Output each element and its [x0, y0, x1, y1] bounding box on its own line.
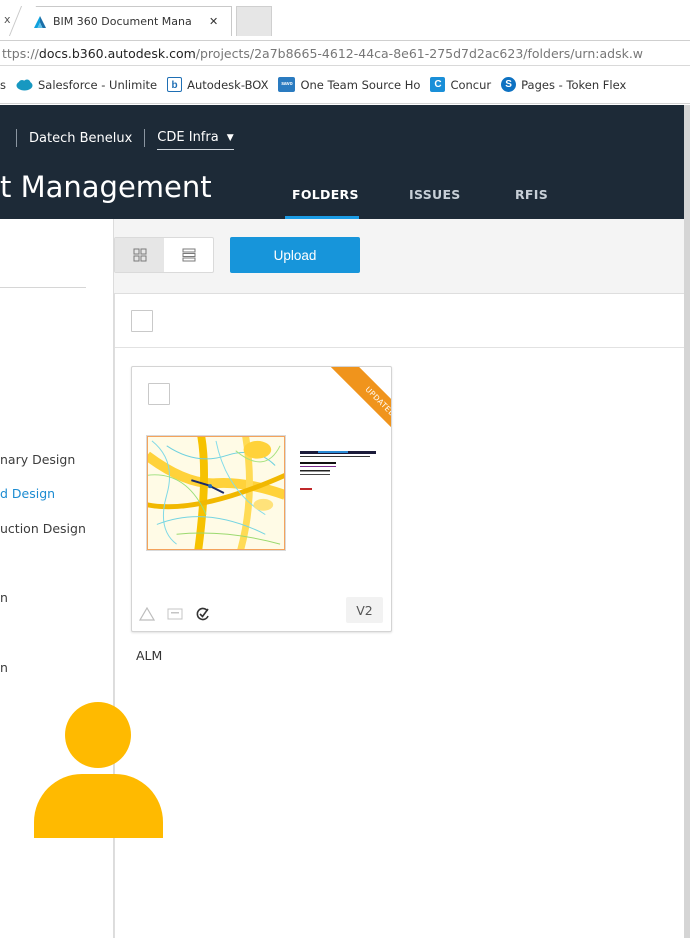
- bookmark-label: Salesforce - Unlimite: [38, 77, 158, 92]
- address-bar[interactable]: ttps://docs.b360.autodesk.com/projects/2…: [0, 40, 690, 66]
- screen: x BIM 360 Document Mana ✕ ttps://docs.b3…: [0, 0, 690, 938]
- url-scheme: ttps://: [2, 46, 39, 61]
- account-name[interactable]: Datech Benelux: [29, 131, 132, 146]
- divider: [0, 287, 86, 288]
- toolbar: Upload: [114, 219, 684, 293]
- divider: [16, 129, 17, 147]
- folder-item[interactable]: n: [0, 660, 8, 675]
- bookmark-partial[interactable]: s: [0, 78, 6, 92]
- folder-item-active[interactable]: d Design: [0, 486, 55, 501]
- list-icon: [182, 248, 195, 262]
- file-checkbox[interactable]: [148, 383, 170, 405]
- concur-icon: C: [430, 77, 446, 92]
- version-badge[interactable]: V2: [346, 597, 383, 623]
- bookmark-label: Pages - Token Flex: [521, 77, 627, 92]
- file-panel: UPDATED V2 ALM: [114, 293, 685, 938]
- drawing-title-block: [300, 451, 376, 490]
- bookmark-label: Concur: [450, 77, 492, 92]
- card-footer-icons: [138, 605, 222, 623]
- salesforce-cloud-icon: [16, 79, 33, 90]
- close-tab-icon[interactable]: ✕: [209, 15, 218, 28]
- project-name: CDE Infra: [157, 130, 219, 145]
- select-all-row: [115, 294, 685, 348]
- bookmark-concur[interactable]: C Concur: [430, 77, 491, 92]
- grid-icon: [133, 248, 146, 262]
- bookmark-autodesk-box[interactable]: b Autodesk-BOX: [167, 77, 268, 92]
- updated-ribbon: UPDATED: [302, 367, 391, 456]
- sync-status-icon[interactable]: [194, 605, 212, 623]
- select-all-checkbox[interactable]: [131, 310, 153, 332]
- user-avatar-body: [34, 774, 163, 838]
- divider: [144, 129, 146, 147]
- url-path: /projects/2a7b8665-4612-44ca-8e61-275d7d…: [195, 46, 644, 61]
- bookmark-pages[interactable]: S Pages - Token Flex: [501, 77, 626, 92]
- folder-item[interactable]: nary Design: [0, 452, 75, 467]
- markup-icon[interactable]: [166, 605, 184, 623]
- drawing-thumbnail: [146, 435, 286, 551]
- app-header: Datech Benelux CDE Infra ▼ t Management …: [0, 105, 684, 219]
- caret-down-icon: ▼: [226, 132, 234, 143]
- bookmarks-bar: s Salesforce - Unlimite b Autodesk-BOX s…: [0, 66, 690, 104]
- new-tab-button[interactable]: [236, 6, 272, 36]
- tab-title: BIM 360 Document Mana: [53, 15, 192, 28]
- file-name[interactable]: ALM: [136, 648, 162, 663]
- user-avatar-head: [65, 702, 131, 768]
- tab-rfis[interactable]: RFIS: [515, 187, 548, 202]
- warning-icon[interactable]: [138, 605, 156, 623]
- grid-view-button[interactable]: [115, 238, 164, 272]
- main-content: Upload UPDATED V2 ALM: [114, 219, 685, 938]
- previous-tab-close-icon[interactable]: x: [4, 13, 11, 26]
- folder-item[interactable]: uction Design: [0, 521, 86, 536]
- folder-item[interactable]: n: [0, 590, 8, 605]
- browser-tab-bim360[interactable]: BIM 360 Document Mana ✕: [22, 6, 232, 36]
- browser-tabstrip: x BIM 360 Document Mana ✕: [0, 0, 690, 40]
- bookmark-one-team[interactable]: savo One Team Source Ho: [278, 77, 420, 92]
- url-host: docs.b360.autodesk.com: [38, 46, 196, 61]
- window-edge: [684, 105, 690, 938]
- box-icon: b: [167, 77, 183, 92]
- project-selector[interactable]: CDE Infra ▼: [157, 130, 234, 150]
- sharepoint-icon: S: [501, 77, 517, 92]
- ribbon-label: UPDATED: [323, 367, 391, 456]
- bookmark-salesforce[interactable]: Salesforce - Unlimite: [16, 78, 157, 92]
- app-title: t Management: [0, 170, 212, 204]
- bookmark-label: s: [0, 77, 6, 92]
- bookmark-label: Autodesk-BOX: [187, 77, 269, 92]
- file-card[interactable]: UPDATED V2: [131, 366, 392, 632]
- view-toggle: [114, 237, 214, 273]
- upload-button[interactable]: Upload: [230, 237, 360, 273]
- autodesk-logo-icon: [34, 15, 46, 28]
- tab-folders[interactable]: FOLDERS: [292, 187, 359, 202]
- savo-icon: savo: [278, 77, 296, 92]
- tab-issues[interactable]: ISSUES: [409, 187, 461, 202]
- project-context: Datech Benelux CDE Infra ▼: [16, 129, 234, 150]
- list-view-button[interactable]: [164, 238, 213, 272]
- bookmark-label: One Team Source Ho: [300, 77, 421, 92]
